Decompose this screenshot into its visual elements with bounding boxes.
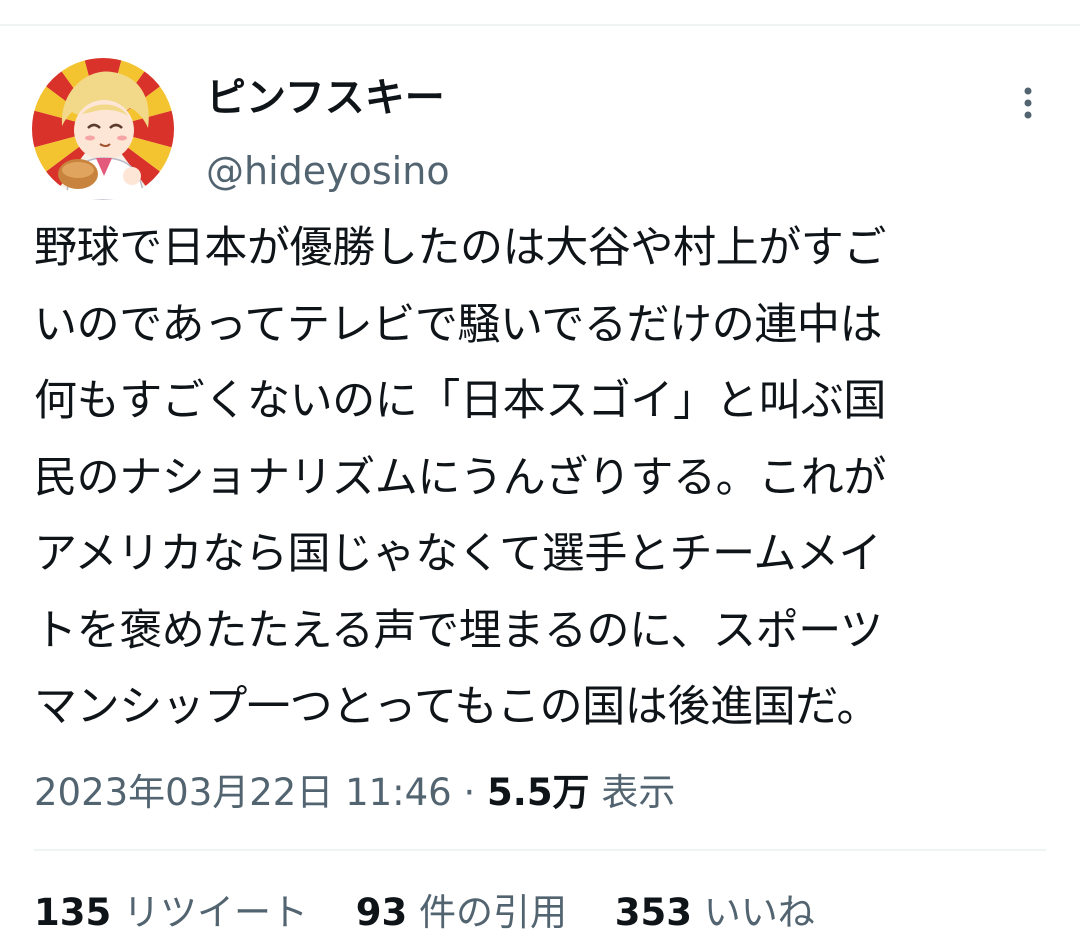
stats-divider [34,849,1046,851]
likes-count: 353 [614,891,693,934]
meta-separator: · [463,771,476,814]
tweet-text: 野球で日本が優勝したのは大谷や村上がすご いのであってテレビで騒いでるだけの連中… [34,210,1046,746]
user-handle[interactable]: @hideyosino [206,146,450,196]
likes-label: いいね [703,891,815,934]
tweet-text-line: アメリカなら国じゃなくて選手とチームメイ [34,529,882,579]
avatar[interactable] [32,58,174,200]
retweets-label: リツイート [123,891,308,934]
retweets-count: 135 [34,891,112,934]
top-divider [0,24,1080,26]
views-count: 5.5万 [487,771,590,814]
avatar-image [32,58,174,200]
tweet-text-line: 民のナショナリズムにうんざりする。これが [34,452,886,503]
tweet-text-line: マンシップ一つとってもこの国は後進国だ。 [34,682,880,732]
tweet-meta: 2023年03月22日 11:46 · 5.5万 表示 [34,768,675,818]
quotes-count: 93 [355,891,408,934]
retweets-stat[interactable]: 135 リツイート [34,888,308,938]
tweet-text-line: トを褒めたたえる声で埋まるのに、スポーツ [34,605,883,656]
tweet-stats: 135 リツイート 93 件の引用 353 いいね [34,888,851,938]
more-options-button[interactable] [1008,80,1048,126]
tweet-text-line: 何もすごくないのに「日本スゴイ」と叫ぶ国 [34,376,886,426]
more-vertical-icon [1024,87,1032,119]
quotes-stat[interactable]: 93 件の引用 [356,888,567,938]
tweet-text-line: いのであってテレビで騒いでるだけの連中は [34,299,883,350]
views-label: 表示 [601,771,676,814]
display-name[interactable]: ピンフスキー [206,72,445,124]
tweet-timestamp[interactable]: 2023年03月22日 11:46 [34,771,452,814]
quotes-label: 件の引用 [419,891,568,934]
tweet-text-line: 野球で日本が優勝したのは大谷や村上がすご [34,223,886,273]
likes-stat[interactable]: 353 いいね [615,888,815,938]
